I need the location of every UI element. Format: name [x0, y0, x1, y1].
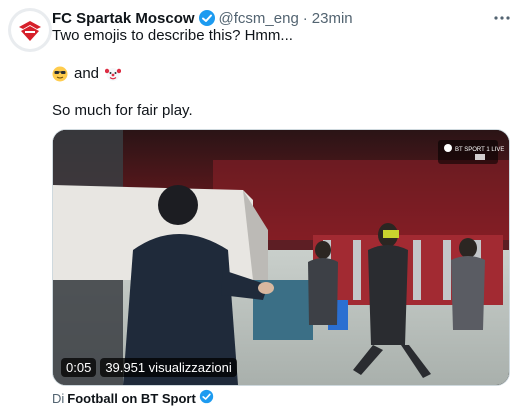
and-text: and	[74, 65, 100, 82]
video-duration: 0:05	[61, 358, 97, 377]
video-frame: BT SPORT 1 LIVE	[53, 130, 509, 385]
author-name[interactable]: FC Spartak Moscow	[52, 10, 195, 27]
tweet-text-line2: and	[52, 64, 122, 84]
tweet-header: FC Spartak Moscow @fcsm_eng · 23min	[52, 8, 512, 28]
separator-dot: ·	[302, 9, 308, 27]
video-player[interactable]: BT SPORT 1 LIVE 0:05 39.951 visualizzazi…	[52, 129, 510, 386]
video-info-badges: 0:05 39.951 visualizzazioni	[61, 358, 237, 377]
more-options-icon[interactable]	[492, 8, 512, 28]
profile-avatar[interactable]	[8, 8, 52, 52]
verified-badge-icon	[198, 9, 216, 27]
video-views: 39.951 visualizzazioni	[100, 358, 237, 377]
clown-emoji-icon	[104, 66, 122, 82]
spartak-logo	[11, 11, 49, 49]
media-source: Di Football on BT Sport	[52, 389, 214, 407]
tweet-time[interactable]: 23min	[312, 10, 353, 27]
tweet-text-line1: Two emojis to describe this? Hmm...	[52, 27, 293, 44]
broadcaster-logo: BT SPORT 1 LIVE	[455, 147, 504, 153]
sunglasses-emoji-icon	[52, 66, 68, 82]
author-handle[interactable]: @fcsm_eng	[219, 10, 299, 27]
verified-badge-icon	[199, 389, 214, 407]
source-name-link[interactable]: Football on BT Sport	[67, 391, 196, 406]
tweet-text-line3: So much for fair play.	[52, 102, 193, 119]
source-prefix: Di	[52, 390, 65, 406]
